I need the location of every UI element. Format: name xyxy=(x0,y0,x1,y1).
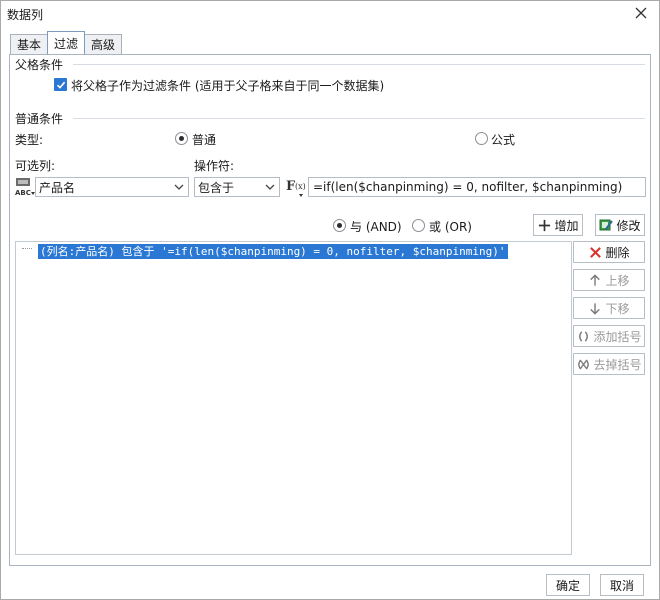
checkmark-icon xyxy=(56,81,65,89)
type-normal-radio[interactable] xyxy=(175,132,188,145)
tab-advanced[interactable]: 高级 xyxy=(84,34,123,54)
add-condition-label: 增加 xyxy=(554,218,579,233)
add-bracket-button[interactable]: 添加括号 xyxy=(573,325,645,347)
logic-and-label: 与 (AND) xyxy=(350,220,402,234)
chevron-down-icon xyxy=(170,178,188,196)
move-down-label: 下移 xyxy=(605,301,630,316)
bracket-icon xyxy=(576,329,590,343)
svg-text:ABC: ABC xyxy=(15,189,31,197)
parent-filter-checkbox[interactable] xyxy=(54,78,67,91)
delete-button[interactable]: 删除 xyxy=(573,241,645,263)
add-bracket-label: 添加括号 xyxy=(593,329,642,344)
type-formula-label: 公式 xyxy=(491,133,516,147)
dialog-window: 数据列 基本 过滤 高级 父格条件 将父格子作为过滤条件 (适用于父子格来自于同… xyxy=(0,0,660,600)
chevron-down-icon xyxy=(261,178,279,196)
tab-filter-label: 过滤 xyxy=(54,36,79,51)
tab-filter[interactable]: 过滤 xyxy=(47,31,86,54)
operator-select-value: 包含于 xyxy=(198,180,235,195)
tree-connector xyxy=(22,248,32,249)
delete-label: 删除 xyxy=(605,245,630,260)
list-item[interactable]: (列名:产品名) 包含于 '=if(len($chanpinming) = 0,… xyxy=(38,244,508,259)
close-button[interactable] xyxy=(629,2,653,24)
modify-condition-label: 修改 xyxy=(616,218,641,233)
arrow-down-icon xyxy=(588,301,602,315)
logic-or-label: 或 (OR) xyxy=(429,220,472,234)
operator-select[interactable]: 包含于 xyxy=(194,177,280,197)
remove-bracket-icon xyxy=(576,357,590,371)
parent-filter-label: 将父格子作为过滤条件 (适用于父子格来自于同一个数据集) xyxy=(71,79,385,93)
ok-label: 确定 xyxy=(555,578,580,593)
section-divider xyxy=(73,64,645,65)
formula-editor-button[interactable]: F (x) xyxy=(285,176,307,198)
plus-icon xyxy=(537,218,551,232)
conditions-list[interactable]: (列名:产品名) 包含于 '=if(len($chanpinming) = 0,… xyxy=(15,241,572,555)
formula-input[interactable]: =if(len($chanpinming) = 0, nofilter, $ch… xyxy=(308,177,646,197)
arrow-up-icon xyxy=(588,273,602,287)
type-normal-label: 普通 xyxy=(192,133,217,147)
tab-basic[interactable]: 基本 xyxy=(10,34,49,54)
type-label: 类型: xyxy=(15,133,44,147)
tab-basic-label: 基本 xyxy=(17,38,42,52)
svg-text:(x): (x) xyxy=(295,182,306,191)
section-divider xyxy=(73,118,645,119)
close-icon xyxy=(635,7,647,19)
ok-button[interactable]: 确定 xyxy=(546,574,590,596)
move-down-button[interactable]: 下移 xyxy=(573,297,645,319)
move-up-button[interactable]: 上移 xyxy=(573,269,645,291)
column-select-value: 产品名 xyxy=(39,180,76,195)
type-formula-radio[interactable] xyxy=(475,132,488,145)
tab-bar: 基本 过滤 高级 xyxy=(10,31,123,54)
logic-or-radio[interactable] xyxy=(412,219,425,232)
delete-x-icon xyxy=(588,245,602,259)
column-select[interactable]: 产品名 xyxy=(35,177,189,197)
window-title: 数据列 xyxy=(7,8,44,22)
text-column-icon: ABC xyxy=(14,177,36,197)
edit-icon xyxy=(599,218,614,232)
cancel-label: 取消 xyxy=(609,578,634,593)
cancel-button[interactable]: 取消 xyxy=(600,574,644,596)
column-label: 可选列: xyxy=(15,159,56,173)
move-up-label: 上移 xyxy=(605,273,630,288)
parent-condition-title: 父格条件 xyxy=(15,58,64,72)
operator-label: 操作符: xyxy=(194,159,235,173)
remove-bracket-label: 去掉括号 xyxy=(593,357,642,372)
add-condition-button[interactable]: 增加 xyxy=(533,214,583,236)
titlebar: 数据列 xyxy=(1,1,659,27)
fx-icon: F (x) xyxy=(286,179,306,197)
common-condition-title: 普通条件 xyxy=(15,112,64,126)
modify-condition-button[interactable]: 修改 xyxy=(595,214,645,236)
logic-and-radio[interactable] xyxy=(333,219,346,232)
remove-bracket-button[interactable]: 去掉括号 xyxy=(573,353,645,375)
tab-advanced-label: 高级 xyxy=(91,38,116,52)
